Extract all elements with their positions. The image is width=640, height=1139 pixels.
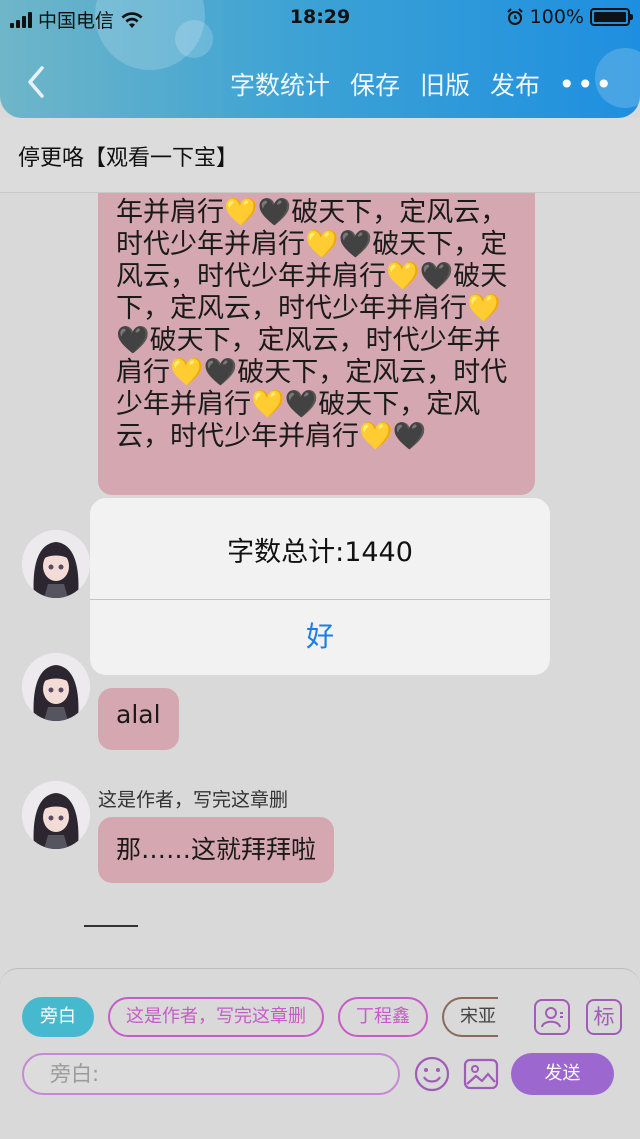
message-input[interactable]: 旁白: [22, 1053, 400, 1095]
publish-button[interactable]: 发布 [490, 66, 540, 102]
role-chip-song[interactable]: 宋亚 [442, 997, 498, 1037]
alert-ok-button[interactable]: 好 [90, 599, 550, 675]
message-bubble[interactable]: 那……这就拜拜啦 [98, 817, 335, 883]
status-bar: 中国电信 18:29 100% [0, 0, 640, 36]
alarm-icon [506, 8, 523, 25]
character-manage-icon[interactable] [534, 999, 570, 1035]
tag-button[interactable]: 标 [586, 999, 622, 1035]
app-header: 中国电信 18:29 100% 字数统计 保存 旧版 发布 ••• [0, 0, 640, 118]
avatar-girl-icon [22, 530, 90, 598]
avatar[interactable] [22, 781, 90, 849]
avatar[interactable] [22, 653, 90, 721]
alert-message: 字数总计:1440 [227, 537, 413, 568]
typing-cursor-line [84, 925, 138, 927]
more-menu-button[interactable]: ••• [558, 68, 614, 101]
message-bubble[interactable]: alal [98, 688, 179, 750]
role-chip-narration[interactable]: 旁白 [22, 997, 94, 1037]
chapter-title-bar: 停更咯【观看一下宝】 [0, 118, 640, 193]
compose-panel: 旁白 这是作者，写完这章删 丁程鑫 宋亚 标 旁白: 发送 [0, 968, 640, 1139]
role-chip-author[interactable]: 这是作者，写完这章删 [108, 997, 324, 1037]
avatar-girl-icon [22, 653, 90, 721]
emoji-icon[interactable] [413, 1055, 451, 1093]
message-bubble-long[interactable]: 年并肩行💛🖤破天下，定风云，时代少年并肩行💛🖤破天下，定风云，时代少年并肩行💛🖤… [98, 193, 535, 495]
image-icon[interactable] [462, 1055, 500, 1093]
send-button[interactable]: 发送 [511, 1053, 614, 1095]
chapter-title[interactable]: 停更咯【观看一下宝】 [18, 140, 238, 172]
avatar-girl-icon [22, 781, 90, 849]
battery-percent: 100% [529, 6, 584, 28]
old-version-button[interactable]: 旧版 [420, 66, 470, 102]
word-count-button[interactable]: 字数统计 [230, 66, 330, 102]
battery-icon [590, 8, 633, 26]
nav-bar: 字数统计 保存 旧版 发布 ••• [0, 58, 640, 108]
role-chip-ding[interactable]: 丁程鑫 [338, 997, 428, 1037]
word-count-alert: 字数总计:1440 好 [90, 498, 550, 675]
message-sender-name: 这是作者，写完这章删 [98, 789, 289, 811]
back-icon[interactable] [22, 64, 50, 100]
role-chip-row[interactable]: 旁白 这是作者，写完这章删 丁程鑫 宋亚 [22, 997, 498, 1037]
save-button[interactable]: 保存 [350, 66, 400, 102]
avatar[interactable] [22, 530, 90, 598]
